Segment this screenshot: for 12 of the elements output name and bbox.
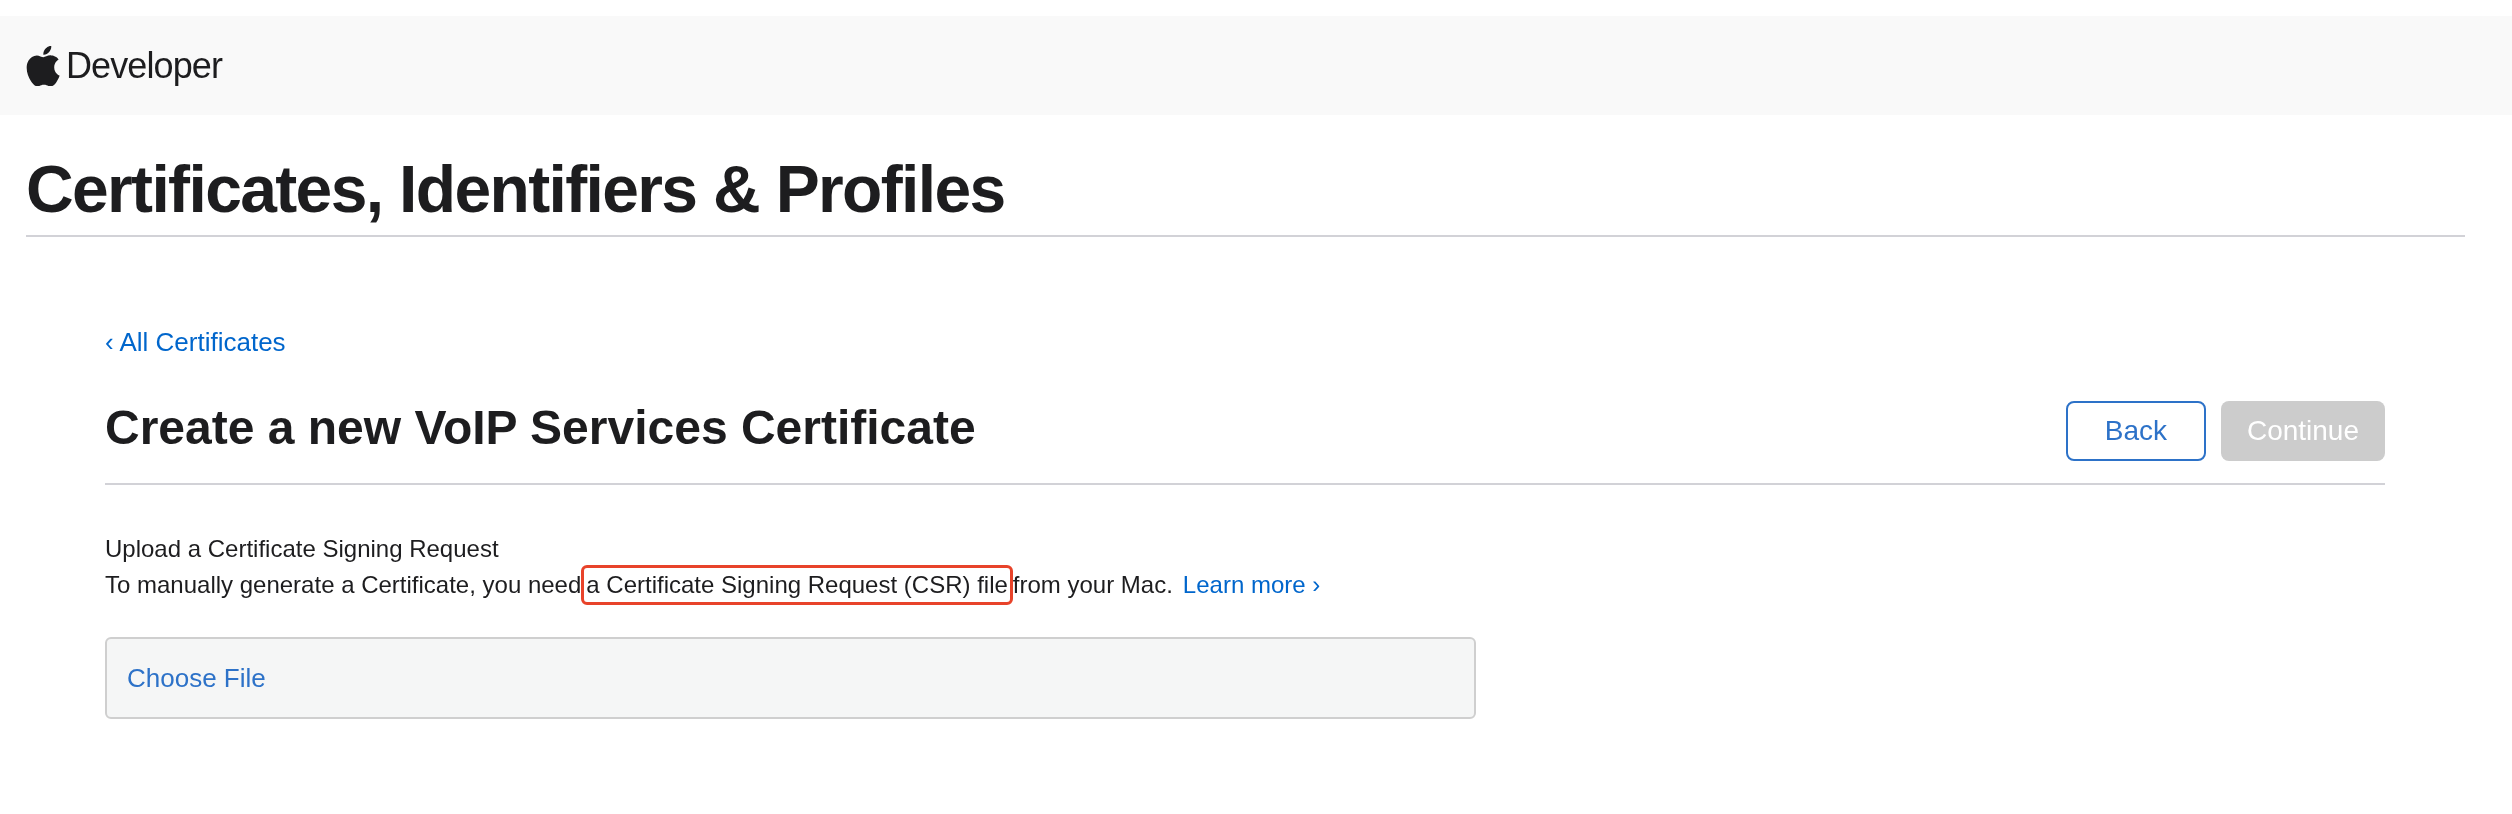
brand-name[interactable]: Developer bbox=[66, 38, 222, 93]
section-heading: Create a new VoIP Services Certificate bbox=[105, 400, 976, 456]
description-text: from your Mac. bbox=[1012, 570, 1173, 600]
file-upload-field[interactable]: Choose File bbox=[105, 637, 1476, 719]
apple-logo-icon[interactable] bbox=[26, 45, 60, 86]
page-title: Certificates, Identifiers & Profiles bbox=[26, 151, 1006, 228]
highlighted-text: a Certificate Signing Request (CSR) file bbox=[581, 565, 1013, 605]
learn-more-link[interactable]: Learn more › bbox=[1182, 568, 1321, 602]
action-button[interactable]: Back bbox=[2065, 401, 2206, 461]
back-link[interactable]: ‹ All Certificates bbox=[105, 327, 2385, 357]
subsection-title: Upload a Certificate Signing Request bbox=[105, 534, 500, 564]
description-text: To manually generate a Certificate, you need bbox=[105, 570, 582, 600]
